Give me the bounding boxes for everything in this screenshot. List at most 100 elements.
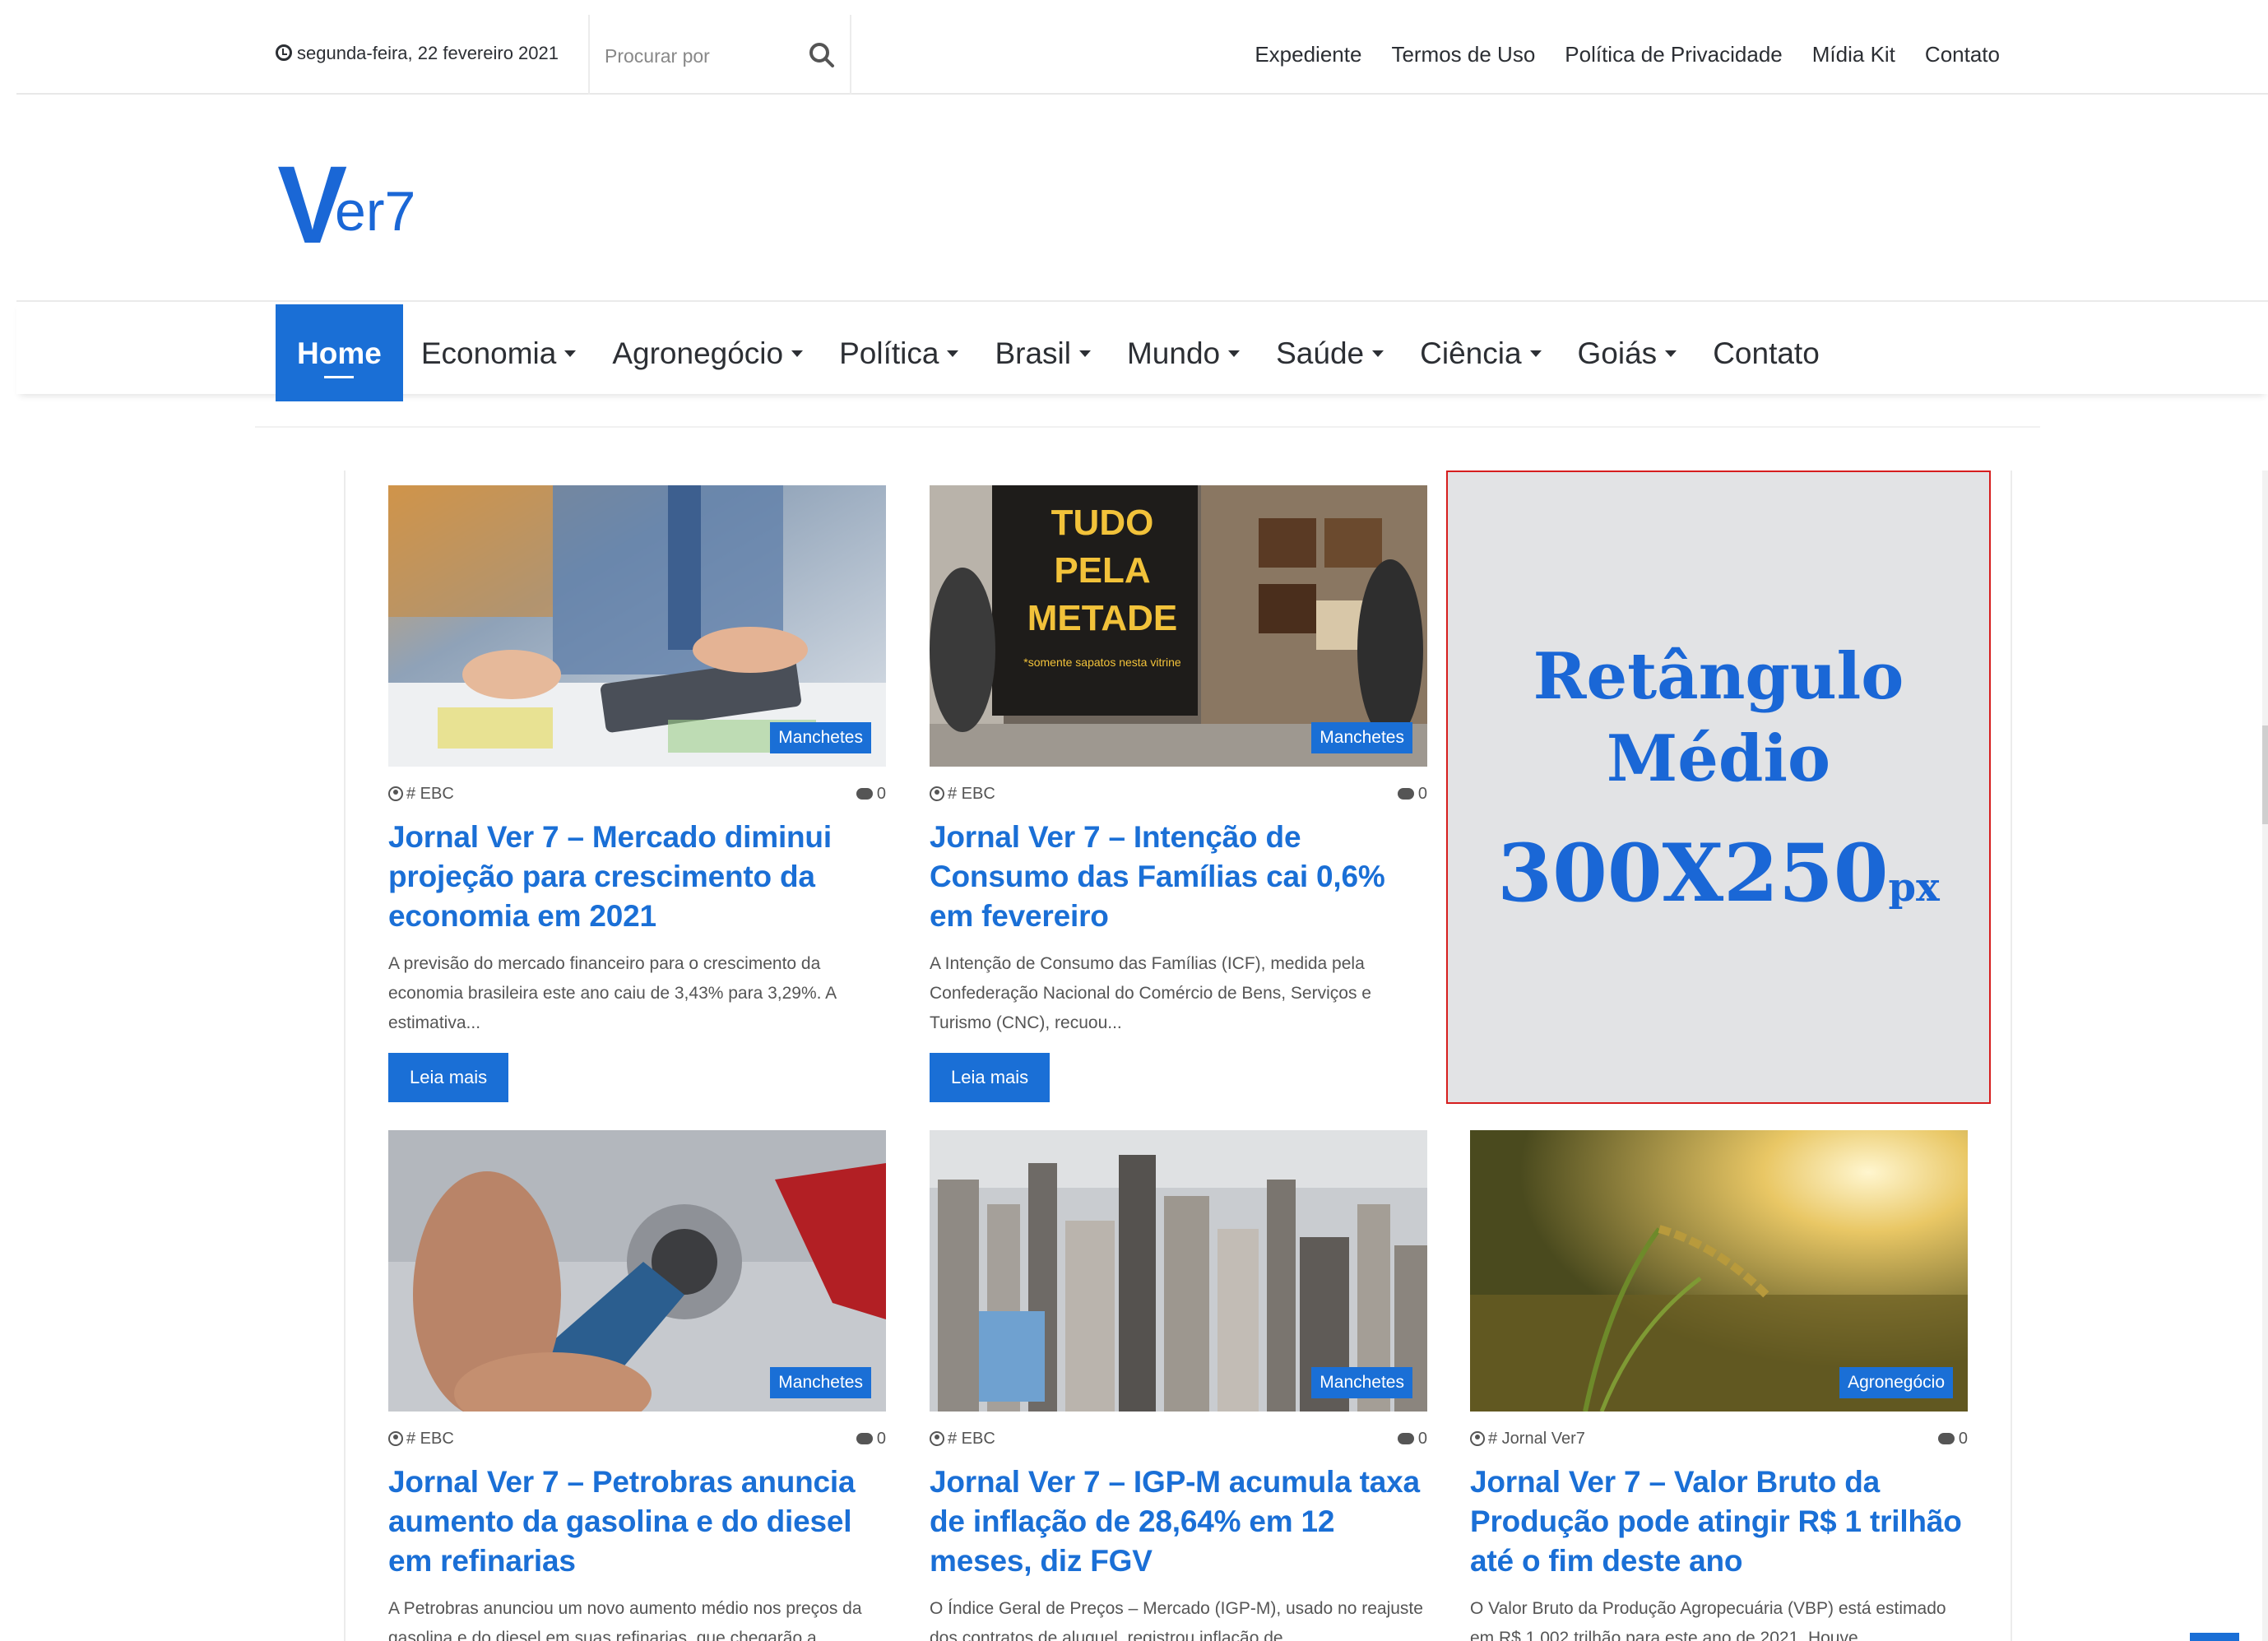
comment-count[interactable]: 0 [1937,1430,1968,1449]
sign-line-3: METADE [1027,598,1178,638]
article-meta: # EBC 0 [388,1430,886,1454]
user-icon [1470,1431,1485,1446]
scrollbar-thumb[interactable] [2262,725,2268,824]
article-card: Agronegócio # Jornal Ver7 0 Jornal Ver 7… [1470,1130,1968,1641]
nav-label: Ciência [1420,336,1522,370]
search-box [588,15,851,95]
comments-icon [1397,788,1414,800]
comment-number: 0 [876,1430,886,1448]
comment-number: 0 [1417,785,1427,803]
date-text: segunda-feira, 22 fevereiro 2021 [297,43,559,63]
nav-item-brasil[interactable]: Brasil [976,304,1109,401]
comments-icon [856,1433,873,1444]
sign-line-2: PELA [1054,550,1150,591]
comments-icon [1397,1433,1414,1444]
nav-item-mundo[interactable]: Mundo [1109,304,1258,401]
nav-item-saude[interactable]: Saúde [1258,304,1402,401]
top-link-contato[interactable]: Contato [1925,42,2000,67]
page-scrollbar[interactable] [2262,471,2268,1641]
date-display: segunda-feira, 22 fevereiro 2021 [276,0,559,95]
ad-title-line-1: Retângulo [1533,639,1904,714]
article-author[interactable]: # EBC [388,785,454,804]
article-card: TUDO PELA METADE *somente sapatos nesta … [930,485,1427,1102]
nav-item-politica[interactable]: Política [821,304,976,401]
article-meta: # EBC 0 [930,785,1427,809]
ad-size-unit: px [1888,865,1940,911]
category-badge[interactable]: Manchetes [1311,722,1412,753]
comment-count[interactable]: 0 [1397,785,1427,804]
ad-placeholder[interactable]: Retângulo Médio 300X250px [1446,471,1991,1104]
article-image[interactable]: TUDO PELA METADE *somente sapatos nesta … [930,485,1427,767]
caret-down-icon [1228,350,1241,358]
top-link-termos[interactable]: Termos de Uso [1391,42,1535,67]
caret-down-icon [1078,350,1091,358]
comment-count[interactable]: 0 [1397,1430,1427,1449]
nav-item-agronegocio[interactable]: Agronegócio [594,304,821,401]
user-icon [930,786,944,801]
search-input[interactable] [605,39,794,72]
caret-down-icon [791,350,804,358]
caret-down-icon [1372,350,1384,358]
nav-label: Saúde [1276,336,1365,370]
article-meta: # EBC 0 [388,785,886,809]
sign-note: *somente sapatos nesta vitrine [1023,656,1181,669]
comment-number: 0 [1417,1430,1427,1448]
article-excerpt: A Petrobras anunciou um novo aumento méd… [388,1599,862,1641]
site-logo[interactable]: V er7 [276,151,424,261]
nav-item-contato[interactable]: Contato [1695,304,1838,401]
category-badge[interactable]: Agronegócio [1839,1367,1953,1398]
comment-number: 0 [1958,1430,1968,1448]
nav-item-ciencia[interactable]: Ciência [1402,304,1559,401]
article-image[interactable]: Manchetes [930,1130,1427,1412]
article-author[interactable]: # EBC [930,785,995,804]
nav-label: Goiás [1577,336,1658,370]
nav-item-economia[interactable]: Economia [403,304,595,401]
nav-item-goias[interactable]: Goiás [1560,304,1695,401]
article-author[interactable]: # EBC [388,1430,454,1449]
category-badge[interactable]: Manchetes [1311,1367,1412,1398]
main-navigation: Home Economia Agronegócio Política Brasi… [16,300,2268,401]
read-more-button[interactable]: Leia mais [388,1053,509,1102]
comments-icon [856,788,873,800]
article-title[interactable]: Jornal Ver 7 – Intenção de Consumo das F… [930,818,1427,936]
category-badge[interactable]: Manchetes [770,1367,871,1398]
user-icon [388,1431,403,1446]
clock-icon [276,44,292,61]
user-icon [388,786,403,801]
top-bar: segunda-feira, 22 fevereiro 2021 Expedie… [16,0,2268,95]
article-author[interactable]: # Jornal Ver7 [1470,1430,1585,1449]
article-title[interactable]: Jornal Ver 7 – Valor Bruto da Produção p… [1470,1463,1968,1581]
article-card: Manchetes # EBC 0 Jornal Ver 7 – Petrobr… [388,1130,886,1641]
article-image[interactable]: Agronegócio [1470,1130,1968,1412]
author-name: # EBC [406,785,454,803]
nav-item-home[interactable]: Home [276,304,403,401]
article-excerpt: O Índice Geral de Preços – Mercado (IGP-… [930,1599,1423,1641]
top-link-privacidade[interactable]: Política de Privacidade [1565,42,1782,67]
sign-line-1: TUDO [1051,503,1154,543]
article-title[interactable]: Jornal Ver 7 – Mercado diminui projeção … [388,818,886,936]
logo-text: er7 [335,180,416,243]
category-badge[interactable]: Manchetes [770,722,871,753]
comment-count[interactable]: 0 [856,1430,886,1449]
ad-title-line-2: Médio [1606,721,1831,796]
article-card: Manchetes # EBC 0 Jornal Ver 7 – IGP-M a… [930,1130,1427,1641]
article-title[interactable]: Jornal Ver 7 – Petrobras anuncia aumento… [388,1463,886,1581]
comments-icon [1937,1433,1955,1444]
article-title[interactable]: Jornal Ver 7 – IGP-M acumula taxa de inf… [930,1463,1427,1581]
search-icon[interactable] [808,41,836,69]
nav-label: Brasil [995,336,1071,370]
back-to-top-button[interactable] [2190,1633,2239,1641]
divider [255,426,2040,428]
top-link-midia-kit[interactable]: Mídia Kit [1812,42,1895,67]
article-author[interactable]: # EBC [930,1430,995,1449]
comment-count[interactable]: 0 [856,785,886,804]
author-name: # EBC [406,1430,454,1448]
ad-size: 300X250px [1448,834,1989,913]
article-image[interactable]: Manchetes [388,485,886,767]
article-image[interactable]: Manchetes [388,1130,886,1412]
read-more-button[interactable]: Leia mais [930,1053,1051,1102]
article-excerpt: A previsão do mercado financeiro para o … [388,954,837,1032]
top-links: Expediente Termos de Uso Política de Pri… [1255,0,2000,95]
nav-label: Agronegócio [612,336,784,370]
top-link-expediente[interactable]: Expediente [1255,42,1361,67]
